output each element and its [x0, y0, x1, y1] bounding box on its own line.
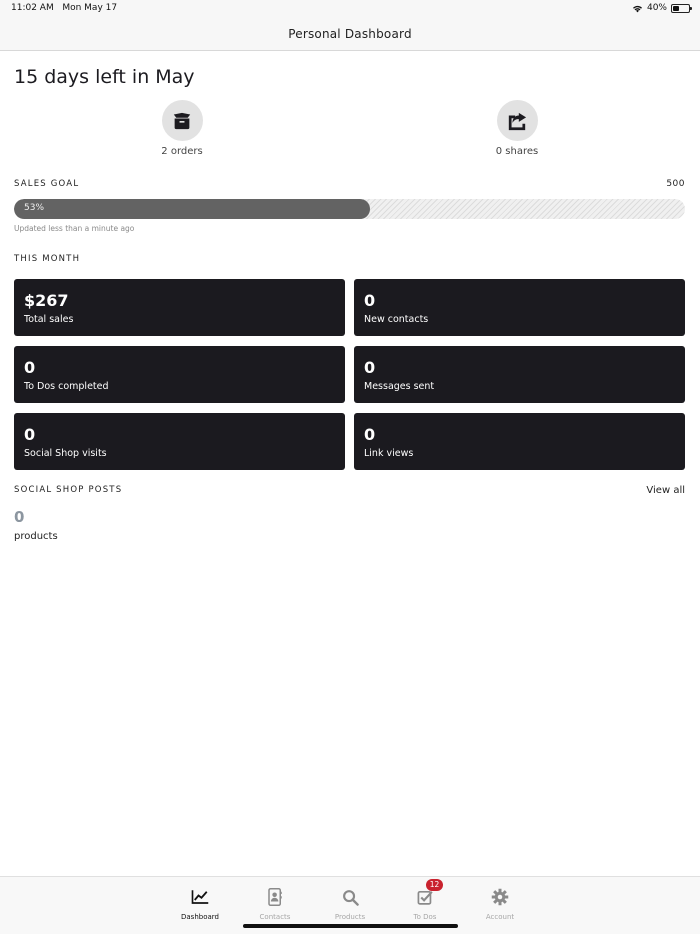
shares-label: 0 shares — [495, 146, 539, 157]
status-time: 11:02 AM Mon May 17 — [11, 3, 117, 13]
home-indicator — [243, 924, 458, 928]
this-month-title: THIS MONTH — [14, 254, 81, 264]
tab-label: To Dos — [413, 913, 437, 921]
nav-header: Personal Dashboard — [0, 18, 700, 51]
box-icon — [173, 112, 191, 129]
status-indicators: 40% — [632, 3, 692, 13]
search-icon — [342, 889, 359, 906]
social-shop-title: SOCIAL SHOP POSTS — [14, 485, 123, 495]
stat-label: Social Shop visits — [24, 448, 107, 459]
checkbox-icon — [417, 890, 433, 905]
chart-icon — [191, 890, 209, 904]
stat-label: Messages sent — [364, 381, 435, 392]
battery-percent: 40% — [646, 3, 667, 13]
sales-goal-title: SALES GOAL — [14, 179, 80, 189]
page-title: Personal Dashboard — [288, 27, 412, 41]
stat-value: 0 — [364, 425, 376, 444]
stat-value: 0 — [24, 358, 36, 377]
sales-goal-progress: 53% — [14, 199, 685, 219]
products-count: 0 — [14, 508, 25, 526]
stat-card-link-views[interactable]: 0 Link views — [354, 413, 685, 470]
stat-card-total-sales[interactable]: $267 Total sales — [14, 279, 345, 336]
products-label: products — [14, 531, 58, 542]
stat-label: Link views — [364, 448, 414, 459]
shares-circle — [496, 100, 538, 141]
orders-circle — [161, 100, 203, 141]
contacts-icon — [268, 888, 282, 906]
sales-goal-value: 500 — [666, 179, 685, 189]
status-bar: 11:02 AM Mon May 17 40% — [0, 0, 700, 18]
tab-account[interactable]: Account — [470, 887, 530, 921]
stat-value: 0 — [364, 291, 376, 310]
stat-value: 0 — [364, 358, 376, 377]
tab-label: Contacts — [259, 913, 291, 921]
gear-icon — [491, 888, 509, 906]
orders-summary[interactable]: 2 orders — [122, 100, 242, 157]
view-all-link[interactable]: View all — [646, 485, 685, 496]
stat-card-messages-sent[interactable]: 0 Messages sent — [354, 346, 685, 403]
share-icon — [508, 112, 527, 130]
stat-label: To Dos completed — [24, 381, 109, 392]
tab-products[interactable]: Products — [320, 887, 380, 921]
sales-goal-percent: 53% — [24, 203, 45, 213]
stat-value: $267 — [24, 291, 69, 310]
tab-dashboard[interactable]: Dashboard — [170, 887, 230, 921]
stat-card-social-shop-visits[interactable]: 0 Social Shop visits — [14, 413, 345, 470]
tab-todos[interactable]: 12 To Dos — [395, 879, 455, 921]
stat-card-new-contacts[interactable]: 0 New contacts — [354, 279, 685, 336]
tab-contacts[interactable]: Contacts — [245, 887, 305, 921]
wifi-icon — [632, 5, 642, 12]
stat-value: 0 — [24, 425, 36, 444]
todos-badge: 12 — [426, 879, 443, 891]
sales-goal-progress-fill: 53% — [14, 199, 370, 219]
tab-label: Products — [334, 913, 366, 921]
battery-icon — [671, 3, 692, 13]
orders-label: 2 orders — [161, 146, 203, 157]
sales-goal-updated: Updated less than a minute ago — [14, 224, 135, 233]
tab-label: Account — [485, 913, 515, 921]
status-time-value: 11:02 AM — [11, 3, 54, 13]
status-date: Mon May 17 — [62, 3, 118, 13]
days-left-heading: 15 days left in May — [14, 66, 195, 88]
shares-summary[interactable]: 0 shares — [457, 100, 577, 157]
stat-label: Total sales — [24, 314, 74, 325]
tab-label: Dashboard — [181, 913, 219, 921]
stat-card-todos-completed[interactable]: 0 To Dos completed — [14, 346, 345, 403]
stat-label: New contacts — [364, 314, 429, 325]
